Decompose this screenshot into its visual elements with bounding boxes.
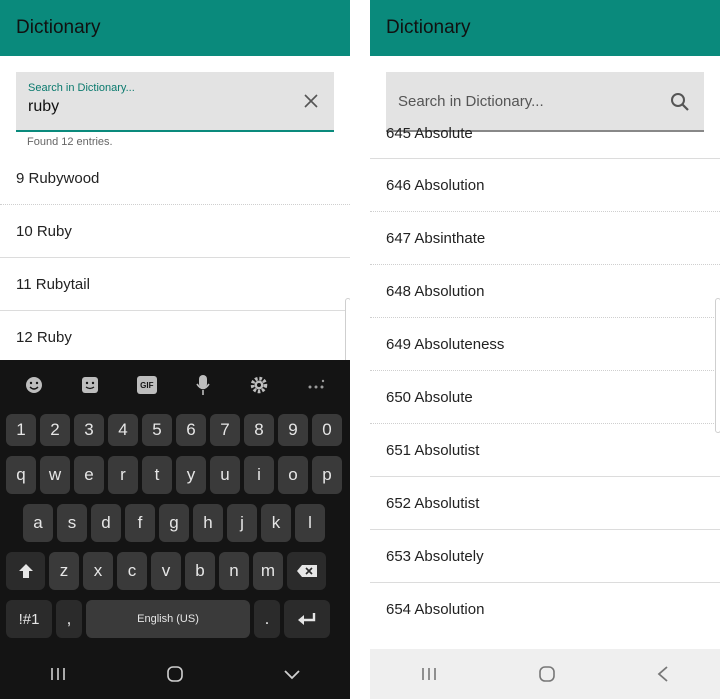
list-item[interactable]: 9 Rubywood — [0, 152, 350, 205]
key-2[interactable]: 2 — [40, 414, 70, 446]
key-9[interactable]: 9 — [278, 414, 308, 446]
app-bar: Dictionary — [370, 0, 720, 56]
sticker-icon[interactable] — [75, 370, 105, 400]
key-j[interactable]: j — [227, 504, 257, 542]
search-field[interactable]: Search in Dictionary... ruby — [16, 72, 334, 132]
right-screen: Dictionary Search in Dictionary... 645 A… — [370, 0, 720, 699]
enter-key[interactable] — [284, 600, 330, 638]
list-item[interactable]: 12 Ruby — [0, 311, 350, 364]
key-g[interactable]: g — [159, 504, 189, 542]
qwerty-row: q w e r t y u i o p — [0, 456, 350, 494]
comma-key[interactable]: , — [56, 600, 82, 638]
keyboard: GIF 1 2 3 4 5 6 7 8 9 0 q w e r t y u i … — [0, 360, 350, 699]
enter-icon — [298, 613, 316, 625]
key-5[interactable]: 5 — [142, 414, 172, 446]
shift-key[interactable] — [6, 552, 45, 590]
key-w[interactable]: w — [40, 456, 70, 494]
key-m[interactable]: m — [253, 552, 283, 590]
recent-apps-icon[interactable] — [420, 666, 438, 682]
period-key[interactable]: . — [254, 600, 280, 638]
space-key[interactable]: English (US) — [86, 600, 250, 638]
key-h[interactable]: h — [193, 504, 223, 542]
key-o[interactable]: o — [278, 456, 308, 494]
asdf-row: a s d f g h j k l — [0, 504, 350, 542]
key-0[interactable]: 0 — [312, 414, 342, 446]
list-item[interactable]: 647 Absinthate — [370, 212, 720, 265]
app-title: Dictionary — [386, 17, 471, 38]
left-screen: Dictionary Search in Dictionary... ruby … — [0, 0, 350, 699]
gif-label: GIF — [136, 376, 157, 394]
system-nav-bar — [0, 649, 350, 699]
key-u[interactable]: u — [210, 456, 240, 494]
list-item[interactable]: 645 Absolute — [370, 116, 720, 159]
zxcv-row: z x c v b n m — [0, 552, 350, 590]
system-nav-bar — [370, 649, 720, 699]
list-item[interactable]: 649 Absoluteness — [370, 318, 720, 371]
more-icon[interactable] — [301, 370, 331, 400]
list-item[interactable]: 650 Absolute — [370, 371, 720, 424]
entry-list: 9 Rubywood 10 Ruby 11 Rubytail 12 Ruby — [0, 152, 350, 364]
app-title: Dictionary — [16, 17, 101, 38]
key-r[interactable]: r — [108, 456, 138, 494]
emoji-icon[interactable] — [19, 370, 49, 400]
key-6[interactable]: 6 — [176, 414, 206, 446]
key-t[interactable]: t — [142, 456, 172, 494]
key-v[interactable]: v — [151, 552, 181, 590]
key-l[interactable]: l — [295, 504, 325, 542]
app-bar: Dictionary — [0, 0, 350, 56]
keyboard-toolbar: GIF — [0, 360, 350, 410]
search-input[interactable]: ruby — [28, 98, 322, 116]
key-x[interactable]: x — [83, 552, 113, 590]
key-b[interactable]: b — [185, 552, 215, 590]
gear-icon[interactable] — [244, 370, 274, 400]
gif-icon[interactable]: GIF — [132, 370, 162, 400]
list-item[interactable]: 646 Absolution — [370, 159, 720, 212]
home-icon[interactable] — [166, 665, 184, 683]
close-icon[interactable] — [302, 92, 320, 110]
number-row: 1 2 3 4 5 6 7 8 9 0 — [0, 414, 350, 446]
list-item[interactable]: 648 Absolution — [370, 265, 720, 318]
back-icon[interactable] — [656, 665, 670, 683]
symbols-key[interactable]: !#1 — [6, 600, 52, 638]
key-q[interactable]: q — [6, 456, 36, 494]
results-count: Found 12 entries. — [27, 136, 113, 148]
key-s[interactable]: s — [57, 504, 87, 542]
list-item[interactable]: 11 Rubytail — [0, 258, 350, 311]
key-3[interactable]: 3 — [74, 414, 104, 446]
list-item[interactable]: 652 Absolutist — [370, 477, 720, 530]
list-item[interactable]: 10 Ruby — [0, 205, 350, 258]
list-item[interactable]: 651 Absolutist — [370, 424, 720, 477]
key-n[interactable]: n — [219, 552, 249, 590]
key-c[interactable]: c — [117, 552, 147, 590]
shift-icon — [18, 564, 33, 578]
key-d[interactable]: d — [91, 504, 121, 542]
key-p[interactable]: p — [312, 456, 342, 494]
home-icon[interactable] — [538, 665, 556, 683]
recent-apps-icon[interactable] — [49, 666, 67, 682]
key-y[interactable]: y — [176, 456, 206, 494]
key-f[interactable]: f — [125, 504, 155, 542]
key-k[interactable]: k — [261, 504, 291, 542]
search-icon[interactable] — [670, 92, 690, 112]
key-i[interactable]: i — [244, 456, 274, 494]
bottom-key-row: !#1 , English (US) . — [0, 600, 350, 638]
backspace-key[interactable] — [287, 552, 326, 590]
entry-list: 645 Absolute 646 Absolution 647 Absintha… — [370, 116, 720, 636]
list-item[interactable]: 653 Absolutely — [370, 530, 720, 583]
key-e[interactable]: e — [74, 456, 104, 494]
key-z[interactable]: z — [49, 552, 79, 590]
key-1[interactable]: 1 — [6, 414, 36, 446]
backspace-icon — [296, 565, 317, 577]
chevron-down-icon[interactable] — [283, 668, 301, 680]
edge-panel-handle[interactable] — [715, 298, 720, 433]
key-7[interactable]: 7 — [210, 414, 240, 446]
key-8[interactable]: 8 — [244, 414, 274, 446]
search-placeholder: Search in Dictionary... — [398, 92, 544, 110]
mic-icon[interactable] — [188, 370, 218, 400]
key-a[interactable]: a — [23, 504, 53, 542]
search-label: Search in Dictionary... — [28, 82, 135, 94]
list-item[interactable]: 654 Absolution — [370, 583, 720, 636]
key-4[interactable]: 4 — [108, 414, 138, 446]
